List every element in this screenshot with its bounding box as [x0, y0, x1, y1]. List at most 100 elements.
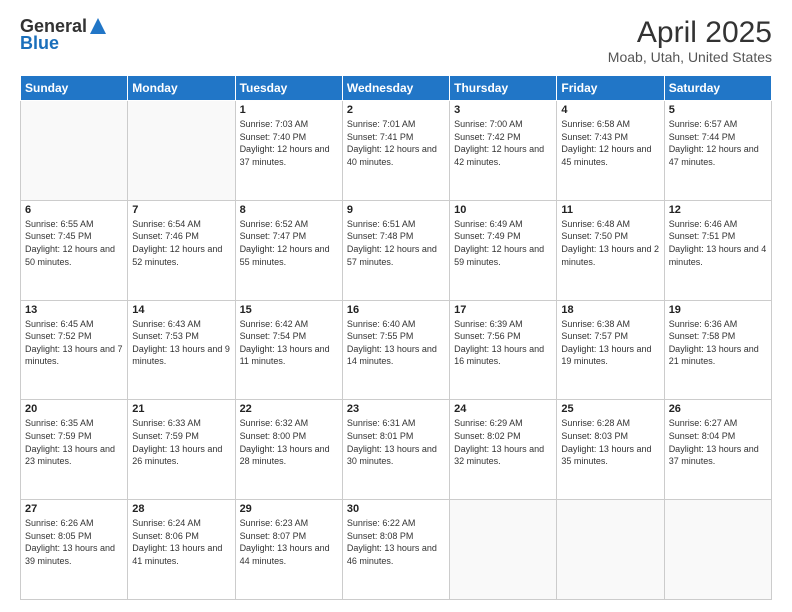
- calendar-cell: [664, 500, 771, 600]
- day-info: Sunrise: 6:32 AM Sunset: 8:00 PM Dayligh…: [240, 417, 338, 467]
- day-number: 14: [132, 304, 230, 316]
- calendar-cell: [450, 500, 557, 600]
- day-info: Sunrise: 7:01 AM Sunset: 7:41 PM Dayligh…: [347, 118, 445, 168]
- calendar-cell: [557, 500, 664, 600]
- calendar-week-row: 13 Sunrise: 6:45 AM Sunset: 7:52 PM Dayli…: [21, 300, 772, 400]
- logo-icon: [89, 17, 107, 35]
- day-number: 5: [669, 104, 767, 116]
- day-number: 21: [132, 403, 230, 415]
- day-info: Sunrise: 6:39 AM Sunset: 7:56 PM Dayligh…: [454, 318, 552, 368]
- calendar-cell: [128, 101, 235, 201]
- calendar-cell: 4Sunrise: 6:58 AM Sunset: 7:43 PM Daylig…: [557, 101, 664, 201]
- page: General Blue April 2025 Moab, Utah, Unit…: [0, 0, 792, 612]
- day-info: Sunrise: 6:58 AM Sunset: 7:43 PM Dayligh…: [561, 118, 659, 168]
- day-number: 24: [454, 403, 552, 415]
- day-info: Sunrise: 6:26 AM Sunset: 8:05 PM Dayligh…: [25, 517, 123, 567]
- day-number: 27: [25, 503, 123, 515]
- day-info: Sunrise: 6:31 AM Sunset: 8:01 PM Dayligh…: [347, 417, 445, 467]
- day-info: Sunrise: 6:43 AM Sunset: 7:53 PM Dayligh…: [132, 318, 230, 368]
- day-number: 17: [454, 304, 552, 316]
- day-info: Sunrise: 6:33 AM Sunset: 7:59 PM Dayligh…: [132, 417, 230, 467]
- day-number: 9: [347, 204, 445, 216]
- calendar-cell: 1 Sunrise: 7:03 AM Sunset: 7:40 PM Daylig…: [235, 101, 342, 201]
- calendar-header-friday: Friday: [557, 76, 664, 101]
- calendar-week-row: 27 Sunrise: 6:26 AM Sunset: 8:05 PM Dayli…: [21, 500, 772, 600]
- calendar-cell: 22 Sunrise: 6:32 AM Sunset: 8:00 PM Dayli…: [235, 400, 342, 500]
- day-number: 20: [25, 403, 123, 415]
- day-info: Sunrise: 6:51 AM Sunset: 7:48 PM Dayligh…: [347, 218, 445, 268]
- calendar-header-row: SundayMondayTuesdayWednesdayThursdayFrid…: [21, 76, 772, 101]
- calendar-week-row: 20 Sunrise: 6:35 AM Sunset: 7:59 PM Dayli…: [21, 400, 772, 500]
- calendar-cell: 27 Sunrise: 6:26 AM Sunset: 8:05 PM Dayli…: [21, 500, 128, 600]
- calendar-cell: 17 Sunrise: 6:39 AM Sunset: 7:56 PM Dayli…: [450, 300, 557, 400]
- day-info: Sunrise: 6:45 AM Sunset: 7:52 PM Dayligh…: [25, 318, 123, 368]
- day-info: Sunrise: 6:52 AM Sunset: 7:47 PM Dayligh…: [240, 218, 338, 268]
- calendar-header-tuesday: Tuesday: [235, 76, 342, 101]
- day-info: Sunrise: 6:38 AM Sunset: 7:57 PM Dayligh…: [561, 318, 659, 368]
- calendar-cell: 23 Sunrise: 6:31 AM Sunset: 8:01 PM Dayli…: [342, 400, 449, 500]
- day-number: 28: [132, 503, 230, 515]
- day-info: Sunrise: 6:24 AM Sunset: 8:06 PM Dayligh…: [132, 517, 230, 567]
- day-info: Sunrise: 6:48 AM Sunset: 7:50 PM Dayligh…: [561, 218, 659, 268]
- calendar-cell: [21, 101, 128, 201]
- calendar-cell: 6Sunrise: 6:55 AM Sunset: 7:45 PM Daylig…: [21, 200, 128, 300]
- day-info: Sunrise: 6:23 AM Sunset: 8:07 PM Dayligh…: [240, 517, 338, 567]
- calendar-cell: 30Sunrise: 6:22 AM Sunset: 8:08 PM Dayli…: [342, 500, 449, 600]
- day-info: Sunrise: 6:35 AM Sunset: 7:59 PM Dayligh…: [25, 417, 123, 467]
- calendar-cell: 11 Sunrise: 6:48 AM Sunset: 7:50 PM Dayli…: [557, 200, 664, 300]
- calendar-cell: 3Sunrise: 7:00 AM Sunset: 7:42 PM Daylig…: [450, 101, 557, 201]
- day-info: Sunrise: 6:36 AM Sunset: 7:58 PM Dayligh…: [669, 318, 767, 368]
- calendar-cell: 12Sunrise: 6:46 AM Sunset: 7:51 PM Dayli…: [664, 200, 771, 300]
- calendar-cell: 15 Sunrise: 6:42 AM Sunset: 7:54 PM Dayli…: [235, 300, 342, 400]
- day-number: 2: [347, 104, 445, 116]
- day-number: 16: [347, 304, 445, 316]
- calendar-table: SundayMondayTuesdayWednesdayThursdayFrid…: [20, 75, 772, 600]
- day-number: 7: [132, 204, 230, 216]
- calendar-week-row: 1 Sunrise: 7:03 AM Sunset: 7:40 PM Daylig…: [21, 101, 772, 201]
- day-info: Sunrise: 7:00 AM Sunset: 7:42 PM Dayligh…: [454, 118, 552, 168]
- calendar-cell: 19 Sunrise: 6:36 AM Sunset: 7:58 PM Dayli…: [664, 300, 771, 400]
- day-number: 11: [561, 204, 659, 216]
- calendar-header-thursday: Thursday: [450, 76, 557, 101]
- day-number: 23: [347, 403, 445, 415]
- day-info: Sunrise: 7:03 AM Sunset: 7:40 PM Dayligh…: [240, 118, 338, 168]
- day-info: Sunrise: 6:28 AM Sunset: 8:03 PM Dayligh…: [561, 417, 659, 467]
- day-info: Sunrise: 6:42 AM Sunset: 7:54 PM Dayligh…: [240, 318, 338, 368]
- logo: General Blue: [20, 16, 107, 54]
- day-number: 18: [561, 304, 659, 316]
- day-number: 30: [347, 503, 445, 515]
- day-info: Sunrise: 6:54 AM Sunset: 7:46 PM Dayligh…: [132, 218, 230, 268]
- day-number: 12: [669, 204, 767, 216]
- day-number: 22: [240, 403, 338, 415]
- calendar-cell: 24 Sunrise: 6:29 AM Sunset: 8:02 PM Dayli…: [450, 400, 557, 500]
- header: General Blue April 2025 Moab, Utah, Unit…: [20, 16, 772, 65]
- calendar-cell: 7 Sunrise: 6:54 AM Sunset: 7:46 PM Daylig…: [128, 200, 235, 300]
- calendar-header-wednesday: Wednesday: [342, 76, 449, 101]
- day-number: 10: [454, 204, 552, 216]
- calendar-header-monday: Monday: [128, 76, 235, 101]
- day-number: 26: [669, 403, 767, 415]
- calendar-cell: 8 Sunrise: 6:52 AM Sunset: 7:47 PM Daylig…: [235, 200, 342, 300]
- calendar-cell: 16 Sunrise: 6:40 AM Sunset: 7:55 PM Dayli…: [342, 300, 449, 400]
- calendar-cell: 18 Sunrise: 6:38 AM Sunset: 7:57 PM Dayli…: [557, 300, 664, 400]
- day-number: 6: [25, 204, 123, 216]
- calendar-cell: 13 Sunrise: 6:45 AM Sunset: 7:52 PM Dayli…: [21, 300, 128, 400]
- day-number: 13: [25, 304, 123, 316]
- day-number: 8: [240, 204, 338, 216]
- calendar-cell: 20 Sunrise: 6:35 AM Sunset: 7:59 PM Dayli…: [21, 400, 128, 500]
- calendar-cell: 25 Sunrise: 6:28 AM Sunset: 8:03 PM Dayli…: [557, 400, 664, 500]
- title-block: April 2025 Moab, Utah, United States: [608, 16, 772, 65]
- day-info: Sunrise: 6:29 AM Sunset: 8:02 PM Dayligh…: [454, 417, 552, 467]
- day-number: 15: [240, 304, 338, 316]
- day-info: Sunrise: 6:27 AM Sunset: 8:04 PM Dayligh…: [669, 417, 767, 467]
- calendar-cell: 5Sunrise: 6:57 AM Sunset: 7:44 PM Daylig…: [664, 101, 771, 201]
- day-number: 1: [240, 104, 338, 116]
- day-info: Sunrise: 6:40 AM Sunset: 7:55 PM Dayligh…: [347, 318, 445, 368]
- day-number: 29: [240, 503, 338, 515]
- day-number: 19: [669, 304, 767, 316]
- logo-blue-text: Blue: [20, 33, 59, 54]
- calendar-cell: 28 Sunrise: 6:24 AM Sunset: 8:06 PM Dayli…: [128, 500, 235, 600]
- calendar-cell: 2 Sunrise: 7:01 AM Sunset: 7:41 PM Daylig…: [342, 101, 449, 201]
- page-title: April 2025: [608, 16, 772, 49]
- day-number: 25: [561, 403, 659, 415]
